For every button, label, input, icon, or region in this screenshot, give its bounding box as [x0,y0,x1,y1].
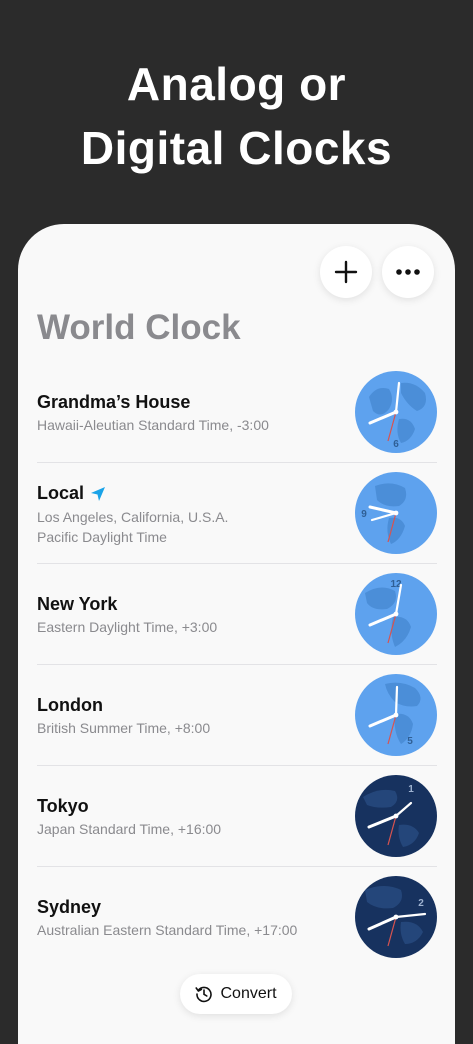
clock-row-tokyo[interactable]: Tokyo Japan Standard Time, +16:00 1 [37,766,437,867]
clock-row-london[interactable]: London British Summer Time, +8:00 5 [37,665,437,766]
clock-name: London [37,695,103,715]
add-clock-button[interactable] [320,246,372,298]
plus-icon [334,260,358,284]
clock-row-sydney[interactable]: Sydney Australian Eastern Standard Time,… [37,867,437,967]
location-arrow-icon [91,486,106,501]
page-title: World Clock [37,308,241,347]
clock-number: 6 [393,439,399,450]
analog-clock: 9 [355,472,437,554]
clock-number: 1 [408,784,414,795]
clock-number: 2 [418,898,424,909]
clock-name: Sydney [37,897,102,917]
history-clock-icon [195,986,213,1003]
clock-timezone: Pacific Daylight Time [37,529,167,545]
clock-row-grandmas-house[interactable]: Grandma’s House Hawaii-Aleutian Standard… [37,362,437,463]
clock-name: Grandma’s House [37,392,191,412]
clock-name: Local [37,483,106,504]
app-screen: World Clock Grandma’s House Hawaii-Aleut… [18,224,455,1044]
convert-button[interactable]: Convert [180,974,292,1014]
analog-clock: 2 [355,876,437,958]
promo-headline: Analog or Digital Clocks [0,52,473,180]
analog-clock: 1 [355,775,437,857]
clock-timezone: Eastern Daylight Time, +3:00 [37,619,218,635]
clock-list: Grandma’s House Hawaii-Aleutian Standard… [37,362,437,967]
clock-location: Los Angeles, California, U.S.A. [37,509,229,525]
clock-row-local[interactable]: Local Los Angeles, California, U.S.A. Pa… [37,463,437,564]
clock-timezone: British Summer Time, +8:00 [37,720,211,736]
clock-timezone: Hawaii-Aleutian Standard Time, -3:00 [37,417,269,433]
analog-clock: 6 [355,371,437,453]
clock-row-new-york[interactable]: New York Eastern Daylight Time, +3:00 12 [37,564,437,665]
clock-timezone: Japan Standard Time, +16:00 [37,821,222,837]
analog-clock: 12 [355,573,437,655]
headline-line-1: Analog or [126,58,347,110]
clock-number: 9 [361,509,367,520]
analog-clock: 5 [355,674,437,756]
clock-timezone: Australian Eastern Standard Time, +17:00 [37,922,298,938]
more-options-button[interactable] [382,246,434,298]
ellipsis-icon [396,269,420,275]
clock-name: Tokyo [37,796,89,816]
headline-line-2: Digital Clocks [80,122,393,174]
convert-label: Convert [220,985,277,1002]
clock-number: 5 [407,736,413,747]
clock-name: New York [37,594,118,614]
